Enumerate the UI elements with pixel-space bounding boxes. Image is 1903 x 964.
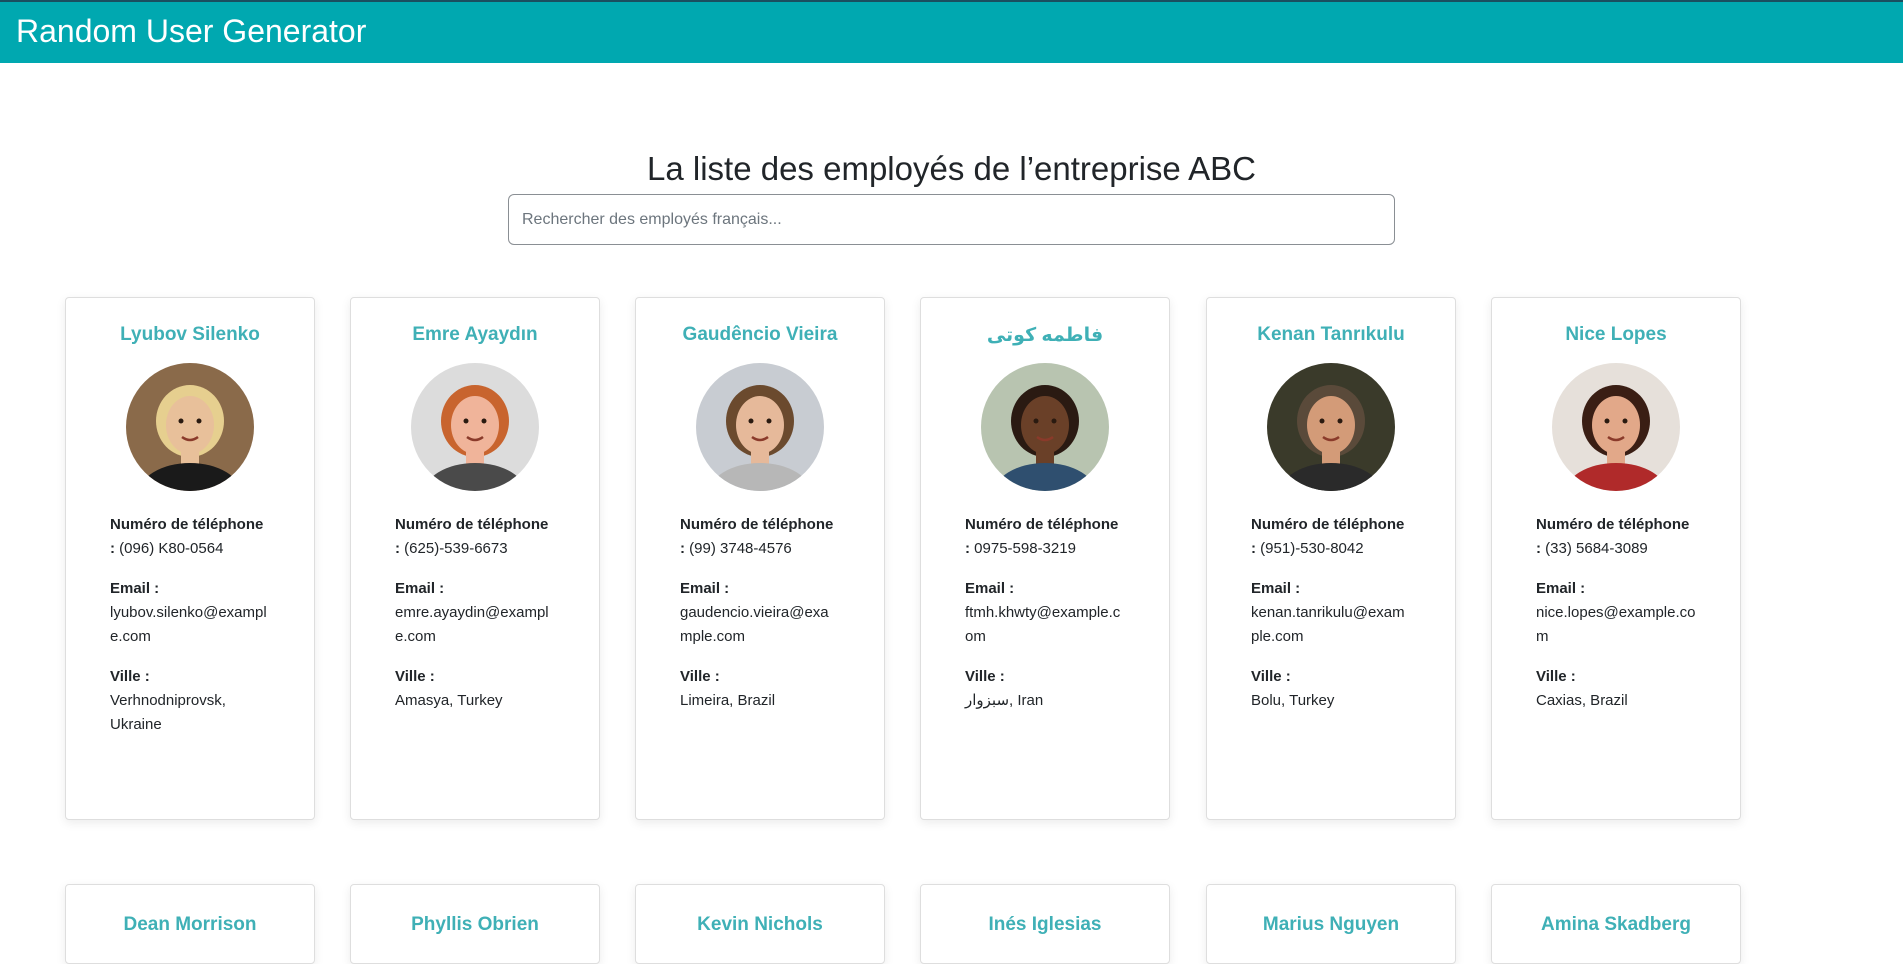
employee-name: Gaudêncio Vieira [682,324,838,345]
phone-field: Numéro de téléphone : (99) 3748-4576 [680,513,840,561]
employee-name: فاطمه کوتی [986,325,1104,346]
avatar [1267,363,1395,491]
phone-field: Numéro de téléphone : (33) 5684-3089 [1536,513,1696,561]
city-field: Ville : Amasya, Turkey [395,665,555,713]
city-field-label: Ville : [110,668,150,685]
avatar [411,363,539,491]
search-input[interactable] [508,194,1395,245]
email-field-value: emre.ayaydin@example.com [395,604,549,645]
city-field: Ville : Caxias, Brazil [1536,665,1696,713]
city-field-label: Ville : [1251,668,1291,685]
brand-title[interactable]: Random User Generator [16,13,366,50]
employee-card: فاطمه کوتی Numéro de téléphone : 0975-598… [920,297,1170,820]
phone-field-value: (096) K80-0564 [119,540,224,557]
city-field-label: Ville : [680,668,720,685]
employee-details: Numéro de téléphone : (096) K80-0564 Emai… [110,513,270,753]
email-field-value: ftmh.khwty@example.com [965,604,1121,645]
email-field-label: Email : [1536,580,1586,597]
email-field-label: Email : [965,580,1015,597]
employee-card: Amina Skadberg [1491,884,1741,964]
email-field: Email : nice.lopes@example.com [1536,577,1696,649]
email-field: Email : lyubov.silenko@example.com [110,577,270,649]
employee-card: Marius Nguyen [1206,884,1456,964]
phone-field-value: (33) 5684-3089 [1545,540,1648,557]
employee-card: Inés Iglesias [920,884,1170,964]
city-field-value: Verhnodniprovsk, Ukraine [110,692,226,733]
employee-card: Emre Ayaydın Numéro de téléphone : (625)-… [350,297,600,820]
employee-name: Amina Skadberg [1541,914,1691,935]
phone-field: Numéro de téléphone : (096) K80-0564 [110,513,270,561]
employee-name: Phyllis Obrien [411,914,539,935]
employee-card: Kenan Tanrıkulu Numéro de téléphone : (95… [1206,297,1456,820]
employee-name: Lyubov Silenko [120,324,260,345]
phone-field: Numéro de téléphone : 0975-598-3219 [965,513,1125,561]
employee-details: Numéro de téléphone : (33) 5684-3089 Emai… [1536,513,1696,729]
employee-name: Emre Ayaydın [412,324,538,345]
employee-name: Marius Nguyen [1262,914,1400,935]
phone-field-value: (99) 3748-4576 [689,540,792,557]
email-field: Email : ftmh.khwty@example.com [965,577,1125,649]
employee-details: Numéro de téléphone : (625)-539-6673 Emai… [395,513,555,729]
city-field: Ville : Bolu, Turkey [1251,665,1411,713]
city-field-value: سبزوار, Iran [965,692,1044,709]
email-field-value: gaudencio.vieira@example.com [680,604,829,645]
email-field-value: kenan.tanrikulu@example.com [1251,604,1405,645]
employee-card: Dean Morrison [65,884,315,964]
city-field: Ville : Verhnodniprovsk, Ukraine [110,665,270,737]
employee-details: Numéro de téléphone : 0975-598-3219 Email… [965,513,1125,729]
city-field-value: Amasya, Turkey [395,692,503,709]
email-field: Email : emre.ayaydin@example.com [395,577,555,649]
employee-card: Kevin Nichols [635,884,885,964]
employee-name: Dean Morrison [123,914,257,935]
email-field: Email : kenan.tanrikulu@example.com [1251,577,1411,649]
city-field-value: Caxias, Brazil [1536,692,1628,709]
employee-card: Nice Lopes Numéro de téléphone : (33) 568… [1491,297,1741,820]
employee-card: Lyubov Silenko Numéro de téléphone : (096… [65,297,315,820]
employee-card: Gaudêncio Vieira Numéro de téléphone : (9… [635,297,885,820]
city-field-label: Ville : [965,668,1005,685]
phone-field-value: 0975-598-3219 [974,540,1076,557]
employee-name: Kenan Tanrıkulu [1257,324,1405,345]
phone-field: Numéro de téléphone : (625)-539-6673 [395,513,555,561]
phone-field-value: (625)-539-6673 [404,540,508,557]
avatar [1552,363,1680,491]
phone-field-value: (951)-530-8042 [1260,540,1364,557]
email-field-label: Email : [1251,580,1301,597]
phone-field: Numéro de téléphone : (951)-530-8042 [1251,513,1411,561]
employee-details: Numéro de téléphone : (99) 3748-4576 Emai… [680,513,840,729]
page-title: La liste des employés de l’entreprise AB… [647,150,1256,188]
employee-name: Kevin Nichols [697,914,823,935]
navbar: Random User Generator [0,0,1903,63]
avatar [981,363,1109,491]
employee-name: Nice Lopes [1565,324,1667,345]
city-field-value: Limeira, Brazil [680,692,776,709]
city-field: Ville : Limeira, Brazil [680,665,840,713]
email-field-label: Email : [110,580,160,597]
email-field-label: Email : [680,580,730,597]
city-field: Ville : سبزوار, Iran [965,665,1125,713]
email-field-value: lyubov.silenko@example.com [110,604,267,645]
city-field-label: Ville : [1536,668,1576,685]
email-field: Email : gaudencio.vieira@example.com [680,577,840,649]
employee-details: Numéro de téléphone : (951)-530-8042 Emai… [1251,513,1411,729]
city-field-value: Bolu, Turkey [1251,692,1335,709]
employee-name: Inés Iglesias [988,914,1102,935]
avatar [696,363,824,491]
avatar [126,363,254,491]
employee-card: Phyllis Obrien [350,884,600,964]
city-field-label: Ville : [395,668,435,685]
email-field-value: nice.lopes@example.com [1536,604,1696,645]
email-field-label: Email : [395,580,445,597]
